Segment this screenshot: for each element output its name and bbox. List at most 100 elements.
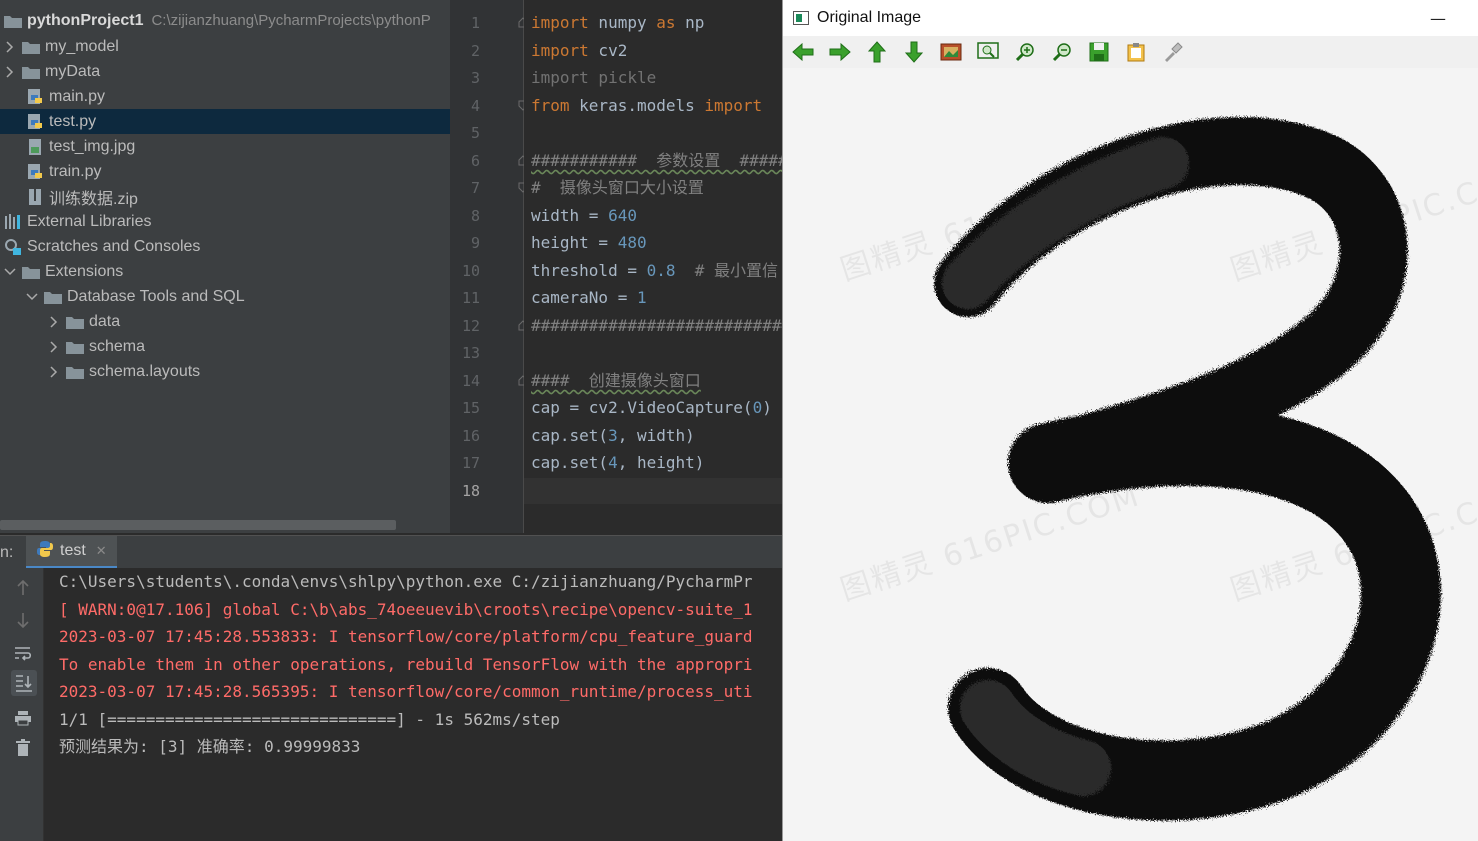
arrow-up-icon[interactable]	[866, 41, 888, 63]
line-number: 15	[461, 399, 480, 417]
arrow-left-icon[interactable]	[792, 41, 814, 63]
tree-root[interactable]: pythonProject1 C:\zijianzhuang\PycharmPr…	[0, 8, 450, 33]
code-line-3: import pickle	[531, 68, 657, 87]
line-number: 14	[461, 372, 480, 390]
chevron-right-icon[interactable]	[47, 362, 61, 382]
folder-icon	[65, 337, 85, 357]
chevron-down-icon[interactable]	[3, 262, 17, 282]
line-number: 18	[461, 482, 480, 500]
folder-icon	[3, 11, 23, 31]
archive-file-icon	[25, 187, 45, 207]
scratches-icon	[3, 237, 23, 257]
horizontal-scrollbar[interactable]	[0, 520, 396, 530]
window-icon	[793, 11, 809, 25]
code-line-2: import cv2	[531, 41, 628, 60]
tree-item-label: test.py	[49, 112, 97, 130]
line-number: 5	[470, 124, 480, 142]
chevron-right-icon[interactable]	[47, 312, 61, 332]
line-number: 17	[461, 454, 480, 472]
arrow-down-icon[interactable]	[903, 41, 925, 63]
code-line-1: import numpy as np	[531, 13, 705, 32]
console-line: 预测结果为: [3] 准确率: 0.99999833	[59, 737, 361, 756]
tree-item-test-py[interactable]: test.py	[0, 109, 450, 134]
tree-item-train-py[interactable]: train.py	[0, 159, 450, 184]
console-output[interactable]: C:\Users\students\.conda\envs\shlpy\pyth…	[44, 568, 782, 841]
tree-item-label: data	[89, 312, 121, 330]
line-number: 8	[470, 207, 480, 225]
tree-item-label: 训练数据.zip	[49, 190, 138, 208]
line-number: 9	[470, 234, 480, 252]
console-line: 1/1 [==============================] - 1…	[59, 710, 560, 729]
arrow-up-icon[interactable]	[13, 578, 33, 598]
image-file-icon	[25, 137, 45, 157]
arrow-down-icon[interactable]	[13, 610, 33, 630]
properties-icon[interactable]	[1162, 41, 1184, 63]
root-name: pythonProject1	[27, 11, 144, 29]
image-canvas[interactable]: 图精灵 616PIC.COM 图精灵 616PIC.COM 图精灵 616PIC…	[783, 68, 1478, 841]
zoom-out-icon[interactable]	[1051, 41, 1073, 63]
print-icon[interactable]	[13, 708, 33, 728]
tree-item-zip[interactable]: 训练数据.zip	[0, 184, 450, 209]
chevron-down-icon[interactable]	[25, 287, 39, 307]
tree-item-schema[interactable]: schema	[0, 334, 450, 359]
tree-item-external-libraries[interactable]: External Libraries	[0, 209, 450, 234]
folder-icon	[21, 62, 41, 82]
python-file-icon	[25, 87, 45, 107]
minimize-button[interactable]: —	[1428, 8, 1448, 28]
tree-item-data[interactable]: data	[0, 309, 450, 334]
folder-icon	[21, 37, 41, 57]
line-number: 7	[470, 179, 480, 197]
image-icon[interactable]	[940, 41, 962, 63]
project-tree-panel: pythonProject1 C:\zijianzhuang\PycharmPr…	[0, 0, 450, 533]
run-panel-header: n: test ✕	[0, 535, 782, 569]
code-line-14: #### 创建摄像头窗口	[531, 371, 701, 390]
tree-item-extensions[interactable]: Extensions	[0, 259, 450, 284]
line-number: 1	[470, 14, 480, 32]
tree-item-label: myData	[45, 62, 101, 80]
save-icon[interactable]	[1088, 41, 1110, 63]
arrow-right-icon[interactable]	[829, 41, 851, 63]
trash-icon[interactable]	[13, 738, 33, 758]
tree-item-mydata[interactable]: myData	[0, 59, 450, 84]
line-number: 11	[461, 289, 480, 307]
tree-item-schema-layouts[interactable]: schema.layouts	[0, 359, 450, 384]
tree-item-label: train.py	[49, 162, 102, 180]
tree-item-scratches[interactable]: Scratches and Consoles	[0, 234, 450, 259]
tree-item-label: Scratches and Consoles	[27, 237, 201, 255]
tree-item-main-py[interactable]: main.py	[0, 84, 450, 109]
tree-item-database-tools[interactable]: Database Tools and SQL	[0, 284, 450, 309]
window-titlebar[interactable]: Original Image —	[783, 0, 1478, 36]
handwritten-digit-image	[934, 117, 1441, 821]
soft-wrap-icon[interactable]	[13, 643, 33, 663]
line-number: 16	[461, 427, 480, 445]
run-tab-test[interactable]: test ✕	[26, 536, 117, 569]
chevron-right-icon[interactable]	[47, 337, 61, 357]
chevron-right-icon[interactable]	[3, 62, 17, 82]
tree-item-my-model[interactable]: my_model	[0, 34, 450, 59]
code-line-4: from keras.models import	[531, 96, 763, 115]
window-title: Original Image	[817, 9, 922, 26]
console-line: C:\Users\students\.conda\envs\shlpy\pyth…	[59, 572, 753, 591]
scroll-to-end-icon[interactable]	[11, 670, 37, 696]
line-number: 13	[461, 344, 480, 362]
line-number: 10	[461, 262, 480, 280]
image-window: Original Image — 图精灵 616PIC.COM 图精灵 616P…	[782, 0, 1478, 841]
chevron-right-icon[interactable]	[3, 37, 17, 57]
console-line: 2023-03-07 17:45:28.553833: I tensorflow…	[59, 627, 753, 646]
zoom-fit-icon[interactable]	[977, 41, 999, 63]
run-toolbar	[0, 568, 44, 841]
code-editor[interactable]: import numpy as np import cv2 import pic…	[524, 0, 782, 533]
line-number: 2	[470, 42, 480, 60]
tree-item-label: main.py	[49, 87, 106, 105]
close-tab-icon[interactable]: ✕	[96, 543, 107, 559]
copy-icon[interactable]	[1125, 41, 1147, 63]
zoom-in-icon[interactable]	[1014, 41, 1036, 63]
code-line-15: cap = cv2.VideoCapture(0)	[531, 398, 772, 417]
image-toolbar	[783, 36, 1478, 68]
tree-item-label: Database Tools and SQL	[67, 287, 245, 305]
line-number: 12	[461, 317, 480, 335]
line-number: 3	[470, 69, 480, 87]
code-line-8: width = 640	[531, 206, 637, 225]
console-line: To enable them in other operations, rebu…	[59, 655, 753, 674]
tree-item-test-img[interactable]: test_img.jpg	[0, 134, 450, 159]
